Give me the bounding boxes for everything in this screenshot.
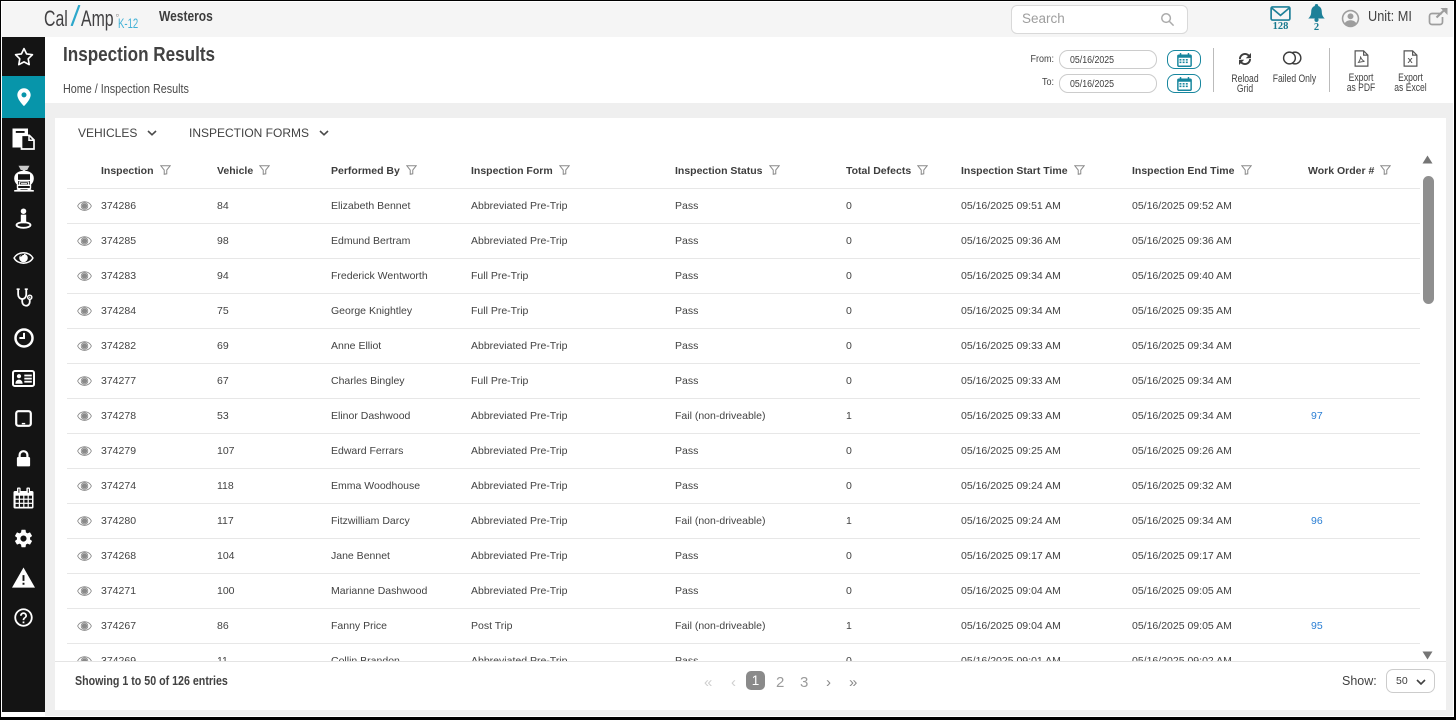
svg-text:X: X xyxy=(1408,56,1414,65)
